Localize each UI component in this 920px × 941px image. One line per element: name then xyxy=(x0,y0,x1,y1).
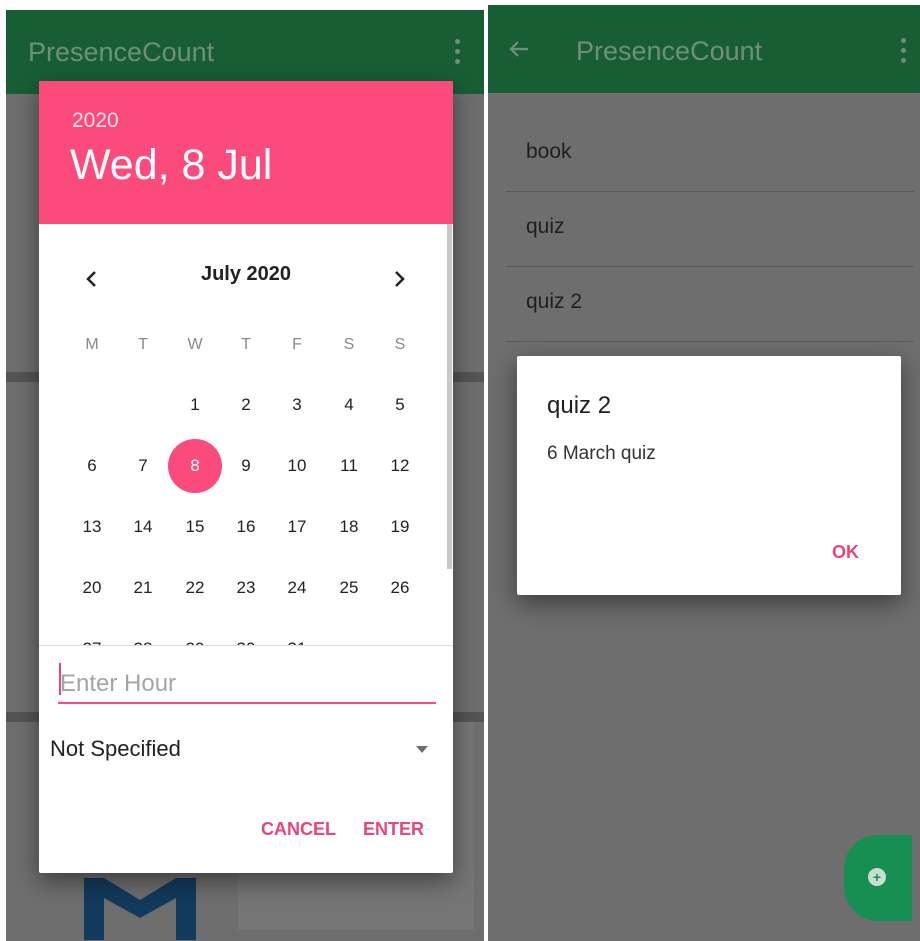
list-item-label: quiz 2 xyxy=(526,290,583,313)
alert-dialog: quiz 2 6 March quiz OK xyxy=(517,356,901,595)
calendar-day[interactable]: 18 xyxy=(329,507,369,547)
enter-button[interactable]: ENTER xyxy=(363,819,424,840)
calendar-day[interactable]: 12 xyxy=(380,446,420,486)
logo-icon xyxy=(84,878,196,940)
calendar-day[interactable]: 27 xyxy=(72,629,112,645)
calendar-day[interactable]: 11 xyxy=(329,446,369,486)
calendar-day[interactable]: 15 xyxy=(175,507,215,547)
add-button[interactable]: + xyxy=(844,835,912,921)
calendar-day[interactable]: 26 xyxy=(380,568,420,608)
selected-date-label[interactable]: Wed, 8 Jul xyxy=(70,141,272,190)
calendar-day[interactable]: 19 xyxy=(380,507,420,547)
cancel-button[interactable]: CANCEL xyxy=(261,819,336,840)
calendar: July 2020 MTWTFSS 1 2 3 4 5 6 7 8 9 10 11 12 13 14 15 1… xyxy=(39,224,453,645)
calendar-day[interactable]: 14 xyxy=(123,507,163,547)
calendar-day[interactable]: 3 xyxy=(277,385,317,425)
list-item[interactable]: quiz xyxy=(506,191,914,267)
weekday-label: W xyxy=(187,336,203,353)
list-item-label: book xyxy=(526,140,572,163)
calendar-day[interactable]: 9 xyxy=(226,446,266,486)
calendar-day[interactable]: 25 xyxy=(329,568,369,608)
calendar-day[interactable]: 10 xyxy=(277,446,317,486)
calendar-day[interactable]: 29 xyxy=(175,629,215,645)
year-label[interactable]: 2020 xyxy=(72,109,119,133)
calendar-day[interactable]: 20 xyxy=(72,568,112,608)
calendar-day[interactable]: 13 xyxy=(72,507,112,547)
date-picker-header: 2020 Wed, 8 Jul xyxy=(39,81,453,224)
calendar-day[interactable]: 23 xyxy=(226,568,266,608)
more-options-icon[interactable] xyxy=(455,39,461,69)
calendar-day[interactable]: 28 xyxy=(123,629,163,645)
alert-title: quiz 2 xyxy=(547,392,612,419)
calendar-day[interactable]: 22 xyxy=(175,568,215,608)
calendar-day[interactable]: 2 xyxy=(226,385,266,425)
spinner-value: Not Specified xyxy=(50,736,181,761)
date-picker-dialog: 2020 Wed, 8 Jul July 2020 MTWTFSS 123456… xyxy=(39,81,453,873)
calendar-day[interactable]: 16 xyxy=(226,507,266,547)
dropdown-arrow-icon xyxy=(416,746,428,753)
list-item-label: quiz xyxy=(526,215,565,238)
app-bar: PresenceCount xyxy=(488,5,920,93)
calendar-day[interactable]: 1 xyxy=(175,385,215,425)
weekday-label: S xyxy=(343,336,355,353)
selected-day[interactable]: 8 xyxy=(168,439,222,493)
calendar-day[interactable]: 4 xyxy=(329,385,369,425)
hour-input[interactable] xyxy=(58,666,436,704)
list-item[interactable]: quiz 2 xyxy=(506,266,914,342)
calendar-day[interactable]: 21 xyxy=(123,568,163,608)
list-item[interactable]: book xyxy=(506,116,914,192)
ok-button[interactable]: OK xyxy=(832,542,859,563)
divider xyxy=(39,645,453,646)
text-cursor xyxy=(59,663,61,695)
app-title: PresenceCount xyxy=(28,37,215,67)
calendar-scrollbar[interactable] xyxy=(447,224,452,569)
weekday-label: S xyxy=(394,336,406,353)
app-title: PresenceCount xyxy=(576,36,763,66)
type-spinner[interactable]: Not Specified xyxy=(50,736,442,766)
weekday-label: F xyxy=(292,336,302,353)
calendar-day[interactable]: 24 xyxy=(277,568,317,608)
weekday-label: T xyxy=(138,336,148,353)
right-screen: PresenceCount book quiz quiz 2 quiz 2 6 … xyxy=(488,5,920,941)
calendar-day[interactable]: 6 xyxy=(72,446,112,486)
weekday-label: T xyxy=(241,336,251,353)
alert-message: 6 March quiz xyxy=(547,443,656,464)
calendar-day[interactable]: 17 xyxy=(277,507,317,547)
calendar-day[interactable]: 5 xyxy=(380,385,420,425)
calendar-day[interactable]: 7 xyxy=(123,446,163,486)
weekday-label: M xyxy=(85,336,99,353)
chevron-right-icon[interactable] xyxy=(384,264,414,294)
back-arrow-icon[interactable] xyxy=(508,38,530,60)
plus-icon: + xyxy=(868,868,886,886)
calendar-day[interactable]: 31 xyxy=(277,629,317,645)
more-options-icon[interactable] xyxy=(901,38,907,68)
calendar-day[interactable]: 30 xyxy=(226,629,266,645)
